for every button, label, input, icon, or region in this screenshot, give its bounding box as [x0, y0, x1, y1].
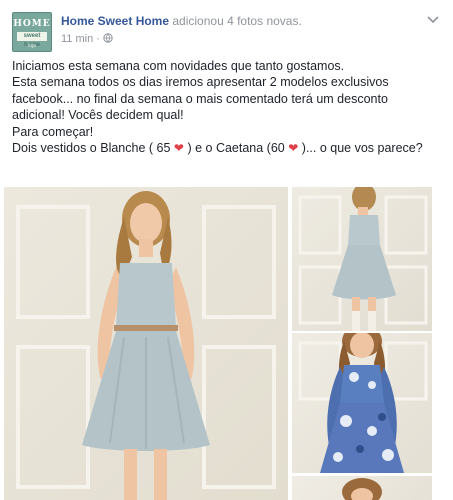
page-avatar[interactable]: HOME sweet home loja	[12, 12, 52, 52]
photo-caetana-dress-2[interactable]	[292, 476, 432, 500]
post-action-text: adicionou 4 fotos novas.	[172, 14, 302, 28]
post-text-fragment: ) e o Caetana (60	[187, 141, 285, 156]
post-text-fragment: Dois vestidos o Blanche ( 65	[12, 141, 171, 156]
post-text-line: Dois vestidos o Blanche ( 65 ❤ ) e o Cae…	[12, 140, 442, 156]
page-name-link[interactable]: Home Sweet Home	[61, 14, 169, 28]
feed-post: HOME sweet home loja Home Sweet Home adi…	[0, 0, 453, 500]
heart-icon: ❤	[288, 141, 299, 156]
photo-caetana-dress[interactable]	[292, 333, 432, 473]
avatar-logo-caption: loja	[28, 43, 36, 49]
meta-separator: ·	[96, 33, 100, 45]
photo-grid	[0, 187, 453, 500]
post-text-line: Para começar!	[12, 124, 94, 139]
post-meta: 11 min ·	[61, 33, 113, 45]
post-timestamp[interactable]: 11 min	[61, 33, 93, 45]
heart-icon: ❤	[173, 141, 184, 156]
post-text: Iniciamos esta semana com novidades que …	[12, 58, 442, 156]
post-text-line: Esta semana todos os dias iremos apresen…	[12, 75, 389, 123]
post-header: Home Sweet Home adicionou 4 fotos novas.	[61, 14, 302, 28]
avatar-logo-subtext: sweet home	[17, 32, 47, 48]
post-text-line: Iniciamos esta semana com novidades que …	[12, 59, 345, 73]
post-text-fragment: )... o que vos parece?	[301, 141, 423, 156]
photo-blanche-dress-back[interactable]	[292, 187, 432, 331]
avatar-logo-text: HOME	[13, 19, 51, 29]
globe-icon[interactable]	[103, 33, 113, 45]
photo-blanche-dress-main[interactable]	[4, 187, 288, 500]
post-options-chevron-icon[interactable]	[425, 12, 441, 28]
